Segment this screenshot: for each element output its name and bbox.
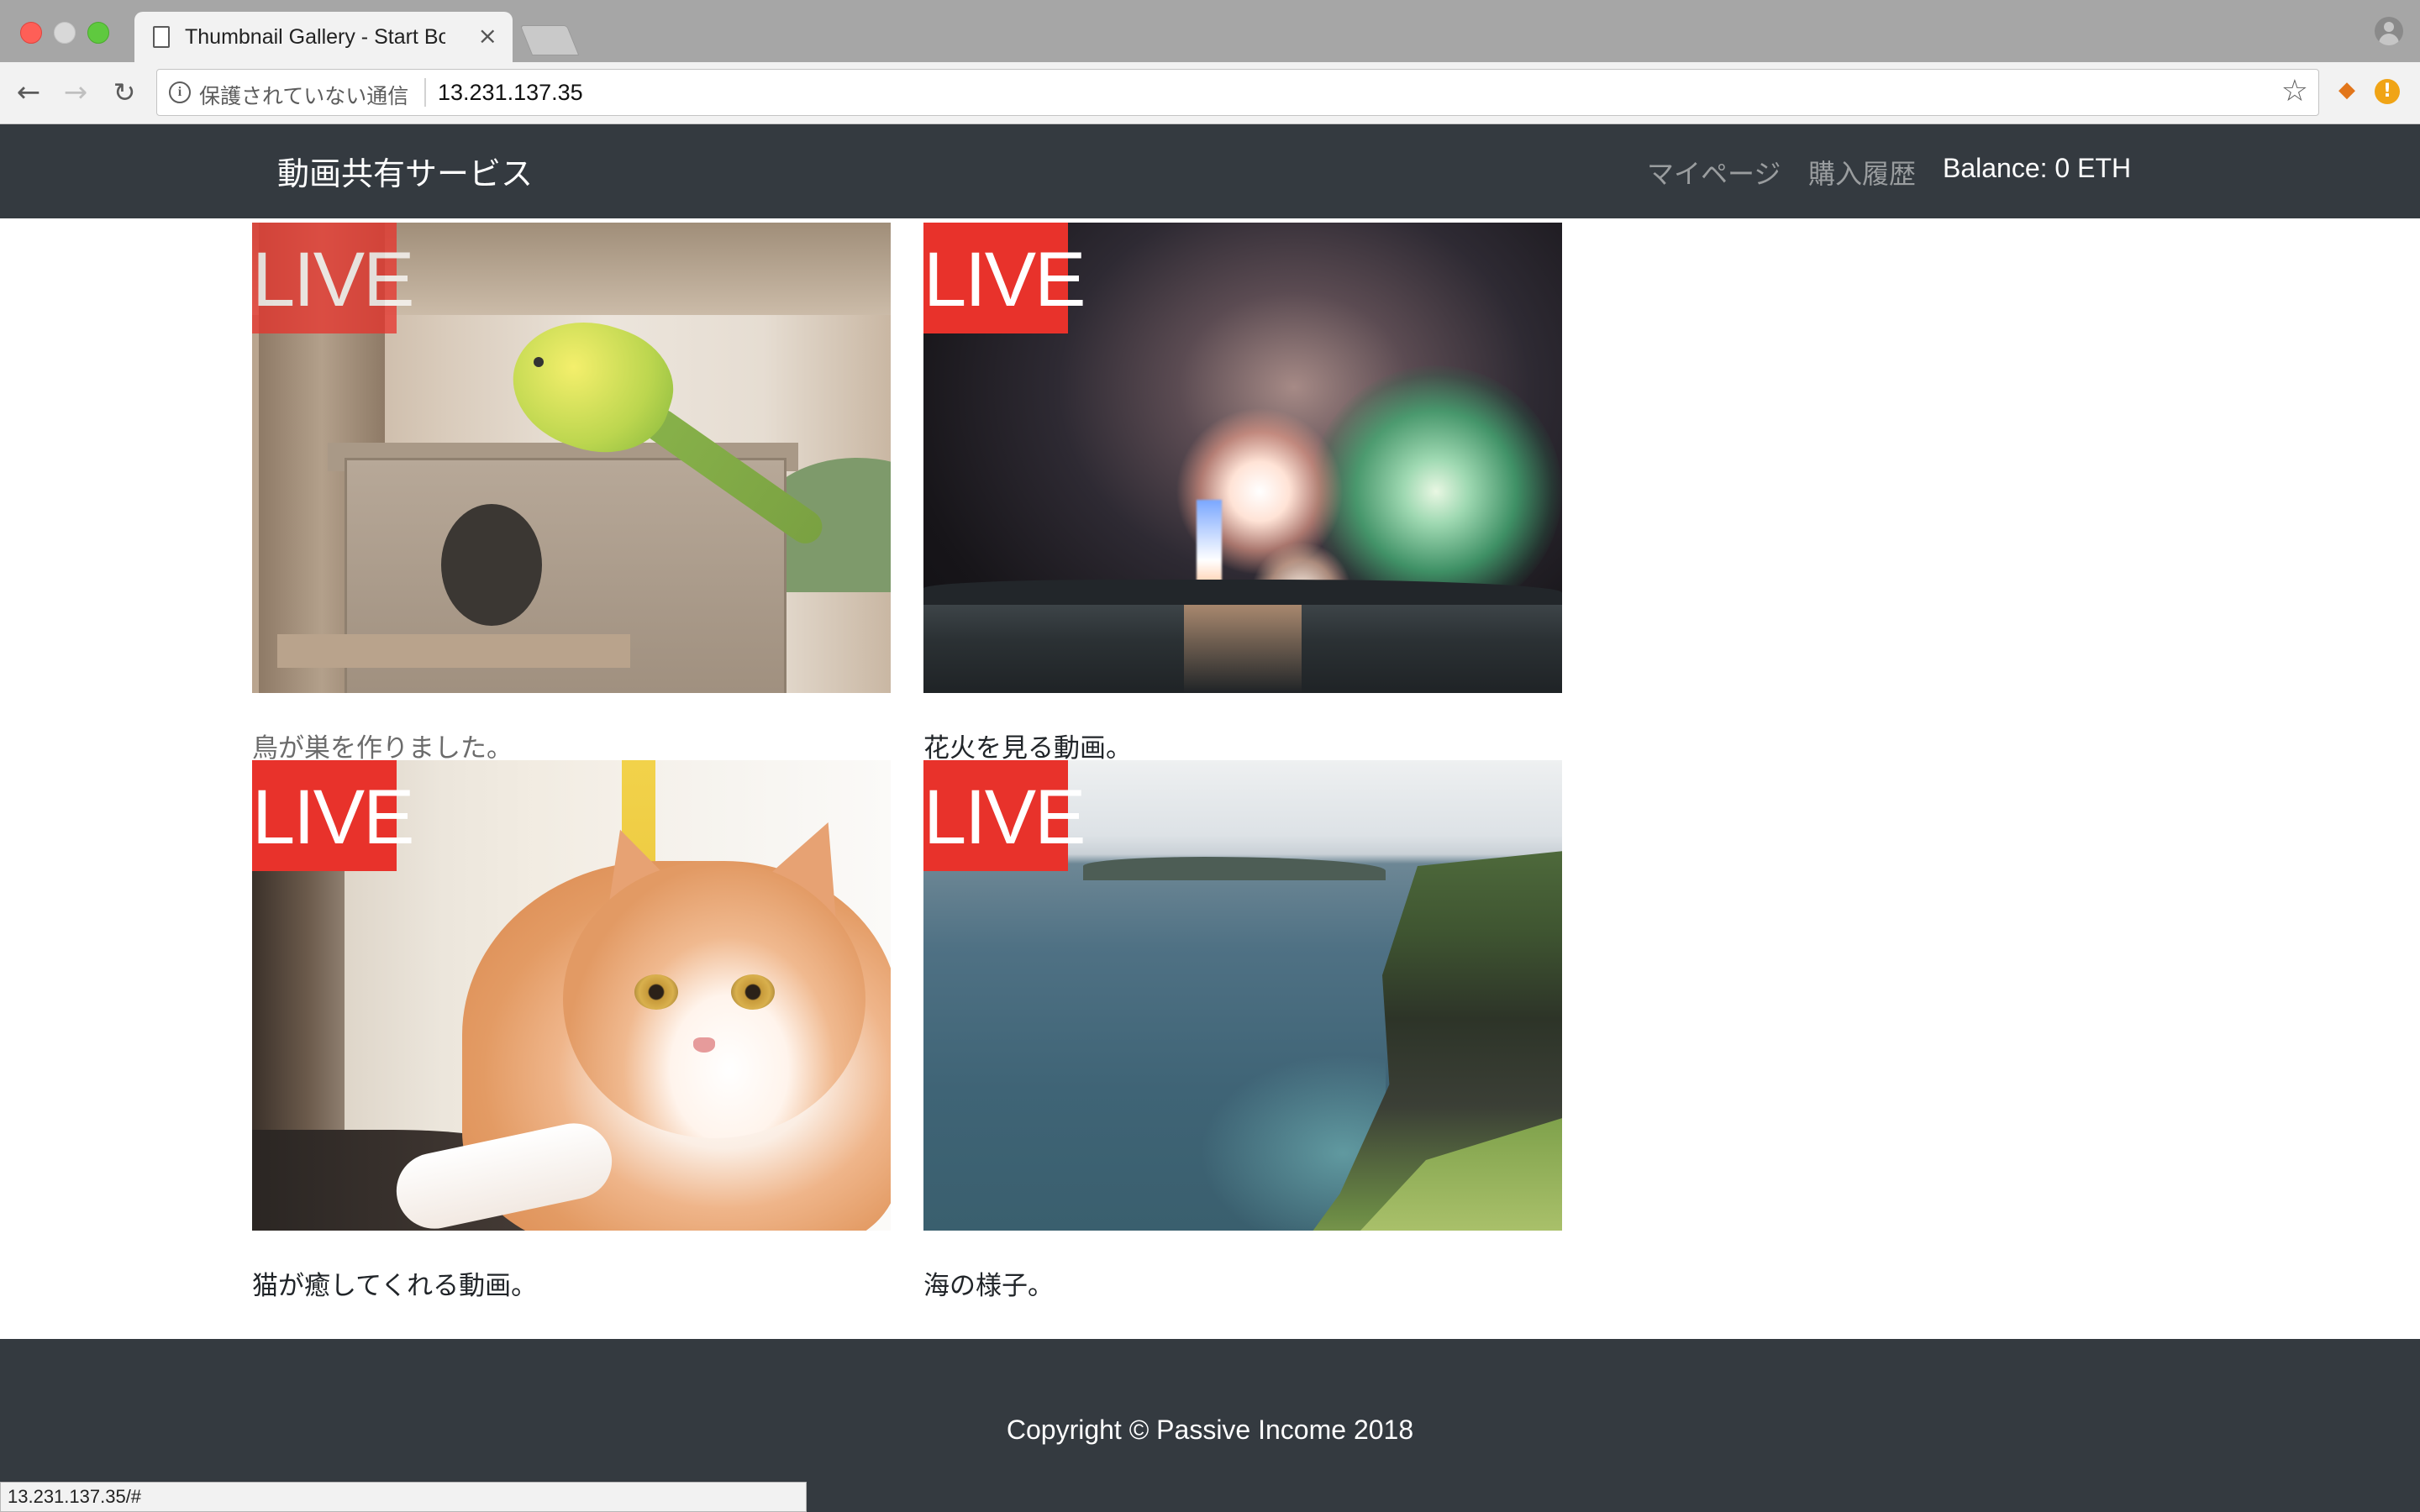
nav-link-mypage[interactable]: マイページ <box>1647 153 1781 192</box>
window-minimize-button[interactable] <box>54 22 76 44</box>
live-badge: LIVE <box>252 760 414 871</box>
balance-display: Balance: 0 ETH <box>1943 153 2132 183</box>
security-label[interactable]: 保護されていない通信 <box>199 80 408 110</box>
brand-link[interactable]: 動画共有サービス <box>277 148 533 194</box>
info-icon[interactable]: i <box>169 81 191 103</box>
browser-titlebar: Thumbnail Gallery - Start Boot × <box>0 0 2420 62</box>
image-detail <box>277 634 630 668</box>
new-tab-button[interactable] <box>519 25 580 55</box>
page-icon <box>153 26 170 48</box>
star-icon[interactable]: ☆ <box>2281 75 2308 108</box>
image-detail <box>634 974 678 1010</box>
video-caption[interactable]: 猫が癒してくれる動画。 <box>252 1264 537 1302</box>
tab-title: Thumbnail Gallery - Start Boot <box>185 25 445 49</box>
window-maximize-button[interactable] <box>87 22 109 44</box>
video-thumbnail-parakeet[interactable]: LIVE <box>252 223 891 693</box>
video-thumbnail-fireworks[interactable]: LIVE <box>923 223 1562 693</box>
profile-icon[interactable] <box>2375 17 2403 45</box>
back-arrow-icon[interactable]: ← <box>12 76 45 109</box>
video-caption[interactable]: 花火を見る動画。 <box>923 727 1132 764</box>
image-detail <box>563 861 865 1138</box>
reload-icon[interactable]: ↻ <box>108 76 141 109</box>
address-bar[interactable]: i 保護されていない通信 13.231.137.35 ☆ <box>156 69 2319 116</box>
tab-close-icon[interactable]: × <box>478 22 497 50</box>
image-detail <box>1184 605 1302 693</box>
forward-arrow-icon[interactable]: → <box>59 76 92 109</box>
video-caption[interactable]: 鳥が巣を作りました。 <box>252 727 513 764</box>
image-detail <box>1083 857 1386 880</box>
video-thumbnail-cat[interactable]: LIVE <box>252 760 891 1231</box>
image-detail <box>693 1037 715 1053</box>
image-detail <box>731 974 775 1010</box>
status-bar-url: 13.231.137.35/# <box>0 1482 807 1512</box>
site-navbar: 動画共有サービス マイページ 購入履歴 Balance: 0 ETH <box>0 124 2420 218</box>
metamask-fox-icon[interactable]: ◆ <box>2334 77 2360 102</box>
video-card[interactable]: LIVE 猫が癒してくれる動画。 <box>252 760 891 1301</box>
image-detail <box>441 504 542 626</box>
copyright-text: Copyright © Passive Income 2018 <box>1006 1415 1414 1445</box>
live-badge: LIVE <box>923 760 1086 871</box>
live-badge: LIVE <box>923 223 1086 333</box>
browser-tab-active[interactable]: Thumbnail Gallery - Start Boot × <box>134 12 513 62</box>
address-separator <box>424 78 426 107</box>
video-card[interactable]: LIVE 海の様子。 <box>923 760 1562 1301</box>
video-card[interactable]: LIVE 花火を見る動画。 <box>923 223 1562 764</box>
video-thumbnail-sea[interactable]: LIVE <box>923 760 1562 1231</box>
video-caption[interactable]: 海の様子。 <box>923 1264 1054 1302</box>
browser-toolbar: ← → ↻ i 保護されていない通信 13.231.137.35 ☆ <box>0 62 2420 124</box>
alert-icon[interactable]: ! <box>2375 79 2400 104</box>
live-badge: LIVE <box>252 223 414 333</box>
nav-link-purchase-history[interactable]: 購入履歴 <box>1808 153 1916 192</box>
window-close-button[interactable] <box>20 22 42 44</box>
image-detail <box>534 357 544 367</box>
url-input[interactable]: 13.231.137.35 <box>438 80 583 106</box>
video-card[interactable]: LIVE 鳥が巣を作りました。 <box>252 223 891 764</box>
